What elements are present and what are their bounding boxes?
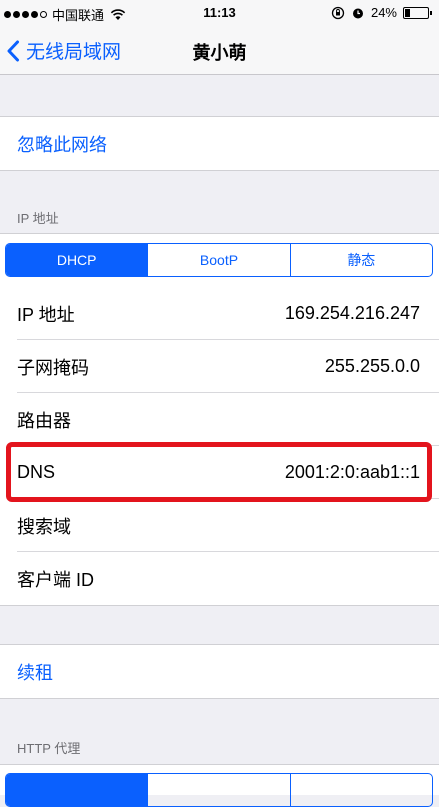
rotation-lock-icon — [331, 6, 345, 19]
status-right: 24% — [331, 5, 432, 20]
renew-lease-group: 续租 — [0, 644, 439, 699]
renew-lease-label: 续租 — [17, 662, 53, 683]
row-label: 搜索域 — [17, 516, 71, 537]
navigation-bar: 无线局域网 黄小萌 — [0, 26, 439, 75]
ip-settings-group: DHCP BootP 静态 IP 地址 169.254.216.247 子网掩码… — [0, 233, 439, 606]
client-id-row[interactable]: 客户端 ID — [0, 552, 439, 605]
forget-network-button[interactable]: 忽略此网络 — [0, 117, 439, 170]
http-proxy-group — [0, 764, 439, 807]
row-value: 255.255.0.0 — [324, 356, 420, 376]
row-label: 路由器 — [17, 410, 71, 431]
segment-proxy-manual[interactable] — [148, 774, 291, 806]
subnet-mask-row: 子网掩码 255.255.0.0 — [0, 340, 439, 393]
segment-proxy-off[interactable] — [6, 774, 149, 806]
dns-highlight-box — [6, 442, 432, 502]
battery-icon — [403, 6, 432, 19]
segment-dhcp[interactable]: DHCP — [6, 244, 149, 276]
row-value: 169.254.216.247 — [284, 303, 420, 323]
segment-proxy-auto[interactable] — [291, 774, 432, 806]
proxy-mode-segmented-control — [5, 773, 433, 807]
row-label: 子网掩码 — [17, 357, 89, 378]
row-label: 客户端 ID — [17, 569, 95, 590]
ip-mode-segmented-control: DHCP BootP 静态 — [5, 243, 433, 277]
http-proxy-header: HTTP 代理 — [17, 741, 81, 756]
status-bar: 中国联通 11:13 24% — [0, 0, 439, 26]
renew-lease-button[interactable]: 续租 — [0, 645, 439, 698]
ip-address-row: IP 地址 169.254.216.247 — [0, 287, 439, 340]
segment-static[interactable]: 静态 — [291, 244, 432, 276]
segment-container: DHCP BootP 静态 — [0, 234, 439, 287]
alarm-icon — [352, 8, 363, 18]
row-label: IP 地址 — [17, 304, 75, 325]
segment-bootp[interactable]: BootP — [148, 244, 291, 276]
forget-network-group: 忽略此网络 — [0, 116, 439, 171]
router-row: 路由器 — [0, 393, 439, 446]
page-title: 黄小萌 — [192, 43, 247, 63]
ip-section-header: IP 地址 — [17, 211, 59, 226]
search-domains-row[interactable]: 搜索域 — [0, 499, 439, 552]
forget-network-label: 忽略此网络 — [17, 134, 107, 155]
battery-percent: 24% — [370, 5, 397, 20]
